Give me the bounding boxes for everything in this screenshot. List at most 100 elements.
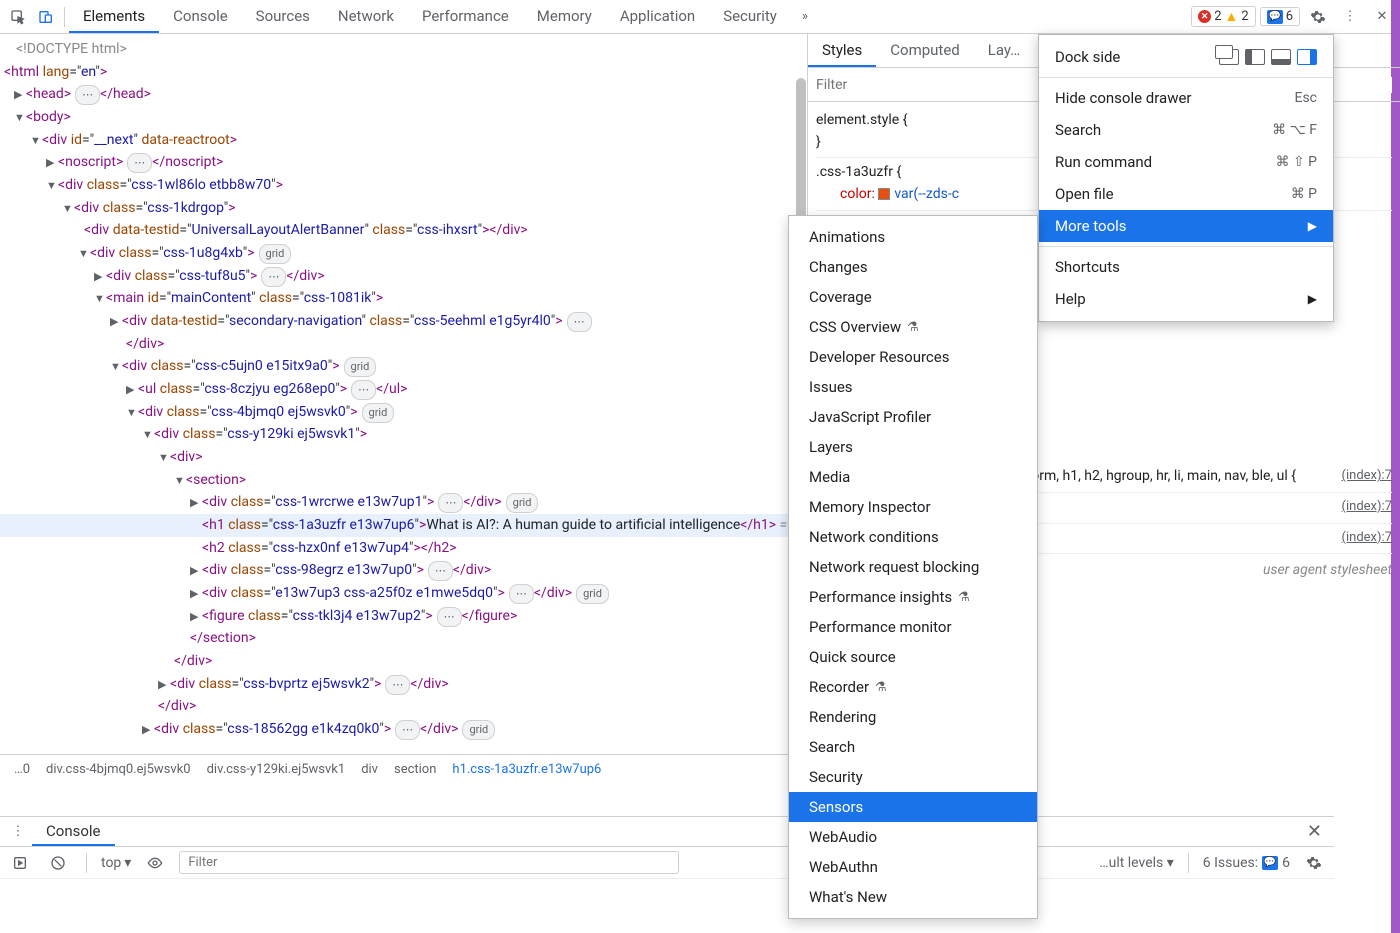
tab-elements[interactable]: Elements xyxy=(69,0,159,33)
message-icon: 💬 xyxy=(1267,10,1283,24)
submenu-item-coverage[interactable]: Coverage xyxy=(789,282,1037,312)
kebab-menu-icon[interactable]: ⋮ xyxy=(4,818,32,846)
submenu-item-rendering[interactable]: Rendering xyxy=(789,702,1037,732)
submenu-item-sensors[interactable]: Sensors xyxy=(789,792,1037,822)
settings-icon[interactable] xyxy=(1304,3,1332,31)
bc-item[interactable]: div.css-y129ki.ej5wsvk1 xyxy=(199,762,354,777)
drawer-tab-console[interactable]: Console xyxy=(32,817,115,846)
flask-icon: ⚗ xyxy=(907,320,919,335)
mm-item-hide-console-drawer[interactable]: Hide console drawerEsc xyxy=(1039,82,1333,114)
submenu-item-javascript-profiler[interactable]: JavaScript Profiler xyxy=(789,402,1037,432)
tab-performance[interactable]: Performance xyxy=(408,0,523,33)
chevron-right-icon: ▶ xyxy=(1308,219,1317,233)
dock-left-icon[interactable] xyxy=(1245,49,1265,65)
separator xyxy=(1039,77,1333,78)
submenu-item-search[interactable]: Search xyxy=(789,732,1037,762)
submenu-item-css-overview[interactable]: CSS Overview⚗ xyxy=(789,312,1037,342)
mm-item-search[interactable]: Search⌘ ⌥ F xyxy=(1039,114,1333,146)
mm-item-more-tools[interactable]: More tools▶ xyxy=(1039,210,1333,242)
submenu-item-memory-inspector[interactable]: Memory Inspector xyxy=(789,492,1037,522)
breadcrumb[interactable]: …0 div.css-4bjmq0.ej5wsvk0 div.css-y129k… xyxy=(0,754,807,784)
separator xyxy=(64,7,65,27)
mm-item-help[interactable]: Help▶ xyxy=(1039,283,1333,315)
submenu-item-animations[interactable]: Animations xyxy=(789,222,1037,252)
scrollbar[interactable] xyxy=(796,78,806,218)
color-swatch[interactable] xyxy=(878,188,890,200)
flask-icon: ⚗ xyxy=(875,680,887,695)
elements-panel: <!DOCTYPE html> <html lang="en"> <head>⋯… xyxy=(0,34,808,784)
clear-console-icon[interactable] xyxy=(44,849,72,877)
message-count: 6 xyxy=(1286,9,1293,24)
stab-layout[interactable]: Lay… xyxy=(974,34,1034,67)
submenu-item-network-request-blocking[interactable]: Network request blocking xyxy=(789,552,1037,582)
kebab-menu-icon[interactable]: ⋮ xyxy=(1336,3,1364,31)
panel-tabs: Elements Console Sources Network Perform… xyxy=(69,0,819,33)
log-levels[interactable]: …ult levels ▾ xyxy=(1099,855,1174,871)
submenu-item-what's-new[interactable]: What's New xyxy=(789,882,1037,912)
tab-console[interactable]: Console xyxy=(159,0,242,33)
source-link[interactable]: (index):7 xyxy=(1342,466,1392,486)
more-tabs-icon[interactable]: » xyxy=(791,3,819,31)
tab-network[interactable]: Network xyxy=(324,0,408,33)
error-warning-badge[interactable]: ✕2 ▲2 xyxy=(1191,6,1255,27)
toolbar-right: ✕2 ▲2 💬6 ⋮ ✕ xyxy=(1191,3,1396,31)
close-icon[interactable]: ✕ xyxy=(1299,821,1330,842)
submenu-item-performance-insights[interactable]: Performance insights⚗ xyxy=(789,582,1037,612)
submenu-item-recorder[interactable]: Recorder⚗ xyxy=(789,672,1037,702)
mm-item-run-command[interactable]: Run command⌘ ⇧ P xyxy=(1039,146,1333,178)
dock-bottom-icon[interactable] xyxy=(1271,49,1291,65)
more-tools-submenu: AnimationsChangesCoverageCSS Overview⚗De… xyxy=(788,215,1038,919)
submenu-item-security[interactable]: Security xyxy=(789,762,1037,792)
chevron-right-icon: ▶ xyxy=(1308,292,1317,306)
separator xyxy=(1188,853,1189,873)
issues-link[interactable]: 6 Issues: 💬 6 xyxy=(1203,855,1290,871)
submenu-item-layers[interactable]: Layers xyxy=(789,432,1037,462)
main-menu: Dock side Hide console drawerEscSearch⌘ … xyxy=(1038,34,1334,322)
warning-count: 2 xyxy=(1241,9,1248,24)
bc-item[interactable]: section xyxy=(386,762,444,777)
submenu-item-webauthn[interactable]: WebAuthn xyxy=(789,852,1037,882)
devtools-toolbar: Elements Console Sources Network Perform… xyxy=(0,0,1400,34)
settings-icon[interactable] xyxy=(1300,849,1328,877)
separator xyxy=(86,853,87,873)
mm-item-open-file[interactable]: Open file⌘ P xyxy=(1039,178,1333,210)
submenu-item-webaudio[interactable]: WebAudio xyxy=(789,822,1037,852)
dock-undock-icon[interactable] xyxy=(1219,49,1239,65)
tab-memory[interactable]: Memory xyxy=(523,0,606,33)
submenu-item-issues[interactable]: Issues xyxy=(789,372,1037,402)
drawer-header: ⋮ Console ✕ xyxy=(0,817,1334,847)
tab-sources[interactable]: Sources xyxy=(242,0,324,33)
console-drawer: ⋮ Console ✕ top ▾ …ult levels ▾ 6 Issues… xyxy=(0,816,1334,933)
submenu-item-performance-monitor[interactable]: Performance monitor xyxy=(789,612,1037,642)
console-filter-input[interactable] xyxy=(179,851,679,874)
mm-item-shortcuts[interactable]: Shortcuts xyxy=(1039,251,1333,283)
tab-application[interactable]: Application xyxy=(606,0,709,33)
context-selector[interactable]: top ▾ xyxy=(101,855,131,871)
eye-icon[interactable] xyxy=(141,849,169,877)
messages-badge[interactable]: 💬6 xyxy=(1260,7,1300,26)
error-count: 2 xyxy=(1214,9,1221,24)
submenu-item-media[interactable]: Media xyxy=(789,462,1037,492)
bc-item[interactable]: div xyxy=(353,762,386,777)
inspect-icon[interactable] xyxy=(4,3,32,31)
flask-icon: ⚗ xyxy=(958,590,970,605)
stab-computed[interactable]: Computed xyxy=(876,34,974,67)
play-icon[interactable] xyxy=(6,849,34,877)
bc-item[interactable]: div.css-4bjmq0.ej5wsvk0 xyxy=(38,762,199,777)
bc-item[interactable]: …0 xyxy=(6,762,38,777)
dock-right-icon[interactable] xyxy=(1297,49,1317,65)
selected-node[interactable]: <h1 class="css-1a3uzfr e13w7up6">What is… xyxy=(0,514,807,537)
source-link[interactable]: (index):7 xyxy=(1342,497,1392,517)
submenu-item-network-conditions[interactable]: Network conditions xyxy=(789,522,1037,552)
stab-styles[interactable]: Styles xyxy=(808,34,876,67)
device-toggle-icon[interactable] xyxy=(32,3,60,31)
source-link[interactable]: (index):7 xyxy=(1342,528,1392,548)
tab-security[interactable]: Security xyxy=(709,0,791,33)
dom-tree[interactable]: <!DOCTYPE html> <html lang="en"> <head>⋯… xyxy=(0,34,807,754)
submenu-item-changes[interactable]: Changes xyxy=(789,252,1037,282)
bc-item-active[interactable]: h1.css-1a3uzfr.e13w7up6 xyxy=(444,762,609,777)
submenu-item-developer-resources[interactable]: Developer Resources xyxy=(789,342,1037,372)
submenu-item-quick-source[interactable]: Quick source xyxy=(789,642,1037,672)
mm-dock: Dock side xyxy=(1039,41,1333,73)
doctype: <!DOCTYPE html> xyxy=(16,41,127,57)
